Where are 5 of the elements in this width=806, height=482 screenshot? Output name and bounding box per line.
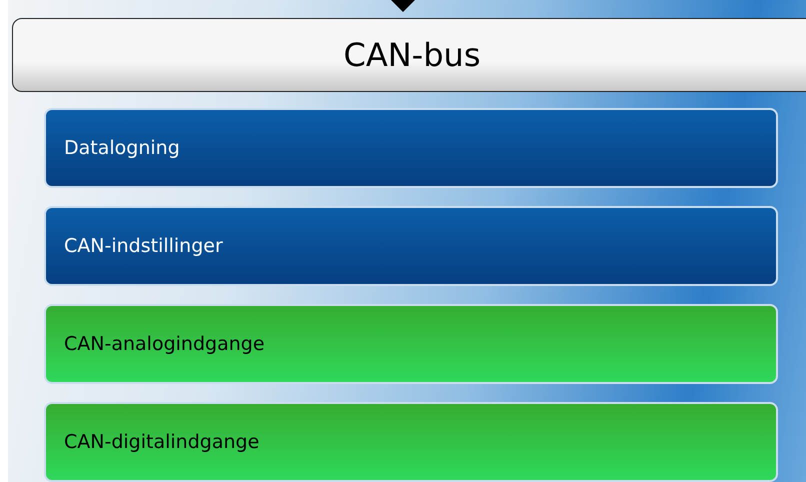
menu-button[interactable]: CAN-analogindgange (44, 304, 778, 384)
menu-button[interactable]: CAN-indstillinger (44, 206, 778, 286)
menu-button[interactable]: Datalogning (44, 108, 778, 188)
menu-button[interactable]: CAN-digitalindgange (44, 402, 778, 482)
screen-title: CAN-bus (12, 18, 806, 92)
